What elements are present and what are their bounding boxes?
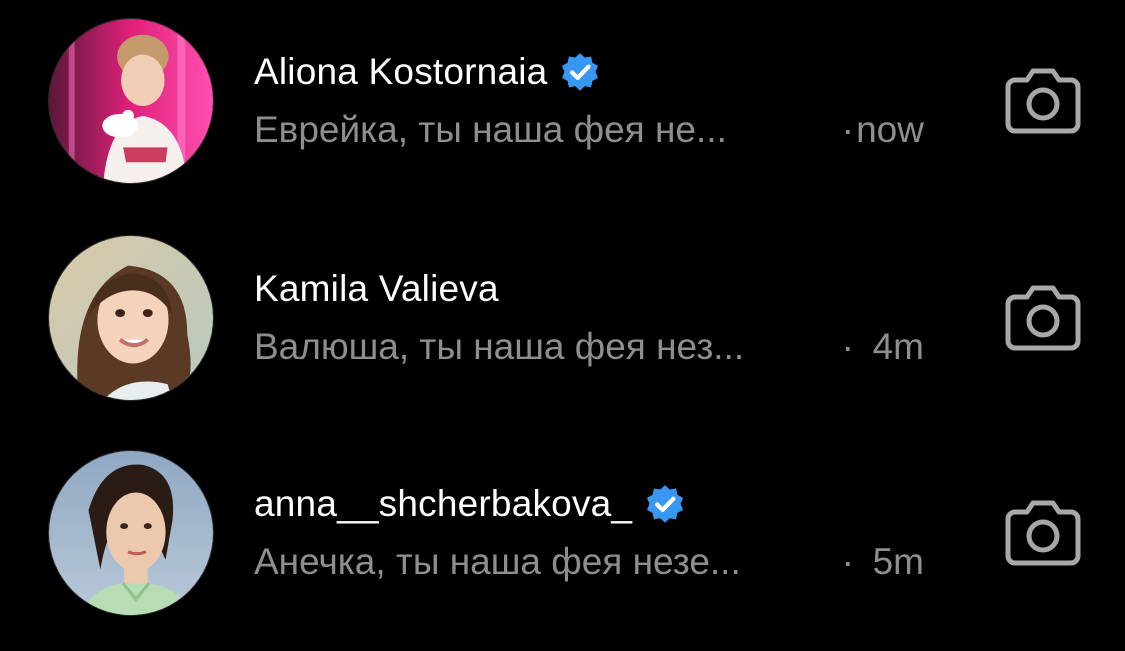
timestamp: now <box>856 109 924 150</box>
avatar-photo <box>49 236 213 400</box>
separator-dot: · <box>841 109 854 150</box>
username: Aliona Kostornaia <box>254 51 548 92</box>
camera-icon <box>1005 285 1081 351</box>
thread-row[interactable]: Aliona Kostornaia Еврейка, ты наша фея н… <box>0 16 1125 216</box>
avatar-photo <box>49 451 213 615</box>
message-line: Анечка, ты наша фея незе... · 5m <box>254 536 934 588</box>
name-line: Kamila Valieva <box>254 263 499 315</box>
username: Kamila Valieva <box>254 268 499 309</box>
name-line: anna__shcherbakova_ <box>254 478 686 530</box>
username: anna__shcherbakova_ <box>254 483 633 524</box>
camera-icon <box>1005 500 1081 566</box>
timestamp: 5m <box>872 541 924 582</box>
verified-badge-icon <box>562 53 599 91</box>
message-preview: Еврейка, ты наша фея не... <box>254 109 727 150</box>
separator-dot: · <box>841 326 854 367</box>
message-line: Валюша, ты наша фея нез... · 4m <box>254 321 934 373</box>
name-line: Aliona Kostornaia <box>254 46 601 98</box>
message-thread-list: Aliona Kostornaia Еврейка, ты наша фея н… <box>0 0 1125 651</box>
verified-badge-icon <box>647 485 684 523</box>
separator-dot: · <box>841 541 854 582</box>
message-line: Еврейка, ты наша фея не... · now <box>254 104 934 156</box>
avatar[interactable] <box>48 235 214 401</box>
timestamp: 4m <box>872 326 924 367</box>
camera-button[interactable] <box>1005 498 1081 566</box>
camera-icon <box>1005 68 1081 134</box>
thread-row[interactable]: Kamila Valieva Валюша, ты наша фея нез..… <box>0 233 1125 433</box>
camera-button[interactable] <box>1005 66 1081 134</box>
avatar-photo <box>49 19 213 183</box>
message-preview: Валюша, ты наша фея нез... <box>254 326 745 367</box>
avatar[interactable] <box>48 18 214 184</box>
avatar[interactable] <box>48 450 214 616</box>
message-preview: Анечка, ты наша фея незе... <box>254 541 741 582</box>
thread-row[interactable]: anna__shcherbakova_ Анечка, ты наша фея … <box>0 448 1125 648</box>
camera-button[interactable] <box>1005 283 1081 351</box>
